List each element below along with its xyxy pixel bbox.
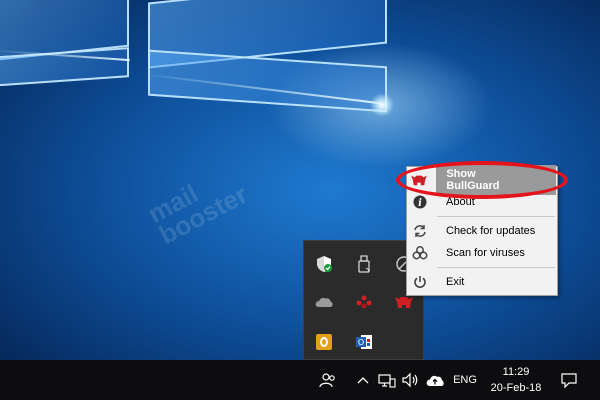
action-center-icon[interactable]	[556, 360, 582, 400]
outlook-icon[interactable]	[304, 323, 344, 361]
system-clock[interactable]: 11:29 20-Feb-18	[486, 364, 546, 396]
menu-separator	[437, 267, 555, 268]
menu-item-check-for-updates[interactable]: Check for updates	[408, 220, 556, 242]
highlight-annotation-ellipse	[396, 161, 568, 199]
clock-time: 11:29	[502, 366, 530, 378]
menu-item-scan-for-viruses[interactable]: Scan for viruses	[408, 242, 556, 264]
volume-icon[interactable]	[400, 360, 422, 400]
chevron-up-icon[interactable]	[354, 360, 372, 400]
taskbar: ENG 11:29 20-Feb-18	[0, 360, 600, 400]
network-icon[interactable]	[376, 360, 398, 400]
wallpaper-light-flare	[370, 93, 394, 117]
power-icon	[408, 275, 432, 289]
menu-item-label: Scan for viruses	[446, 247, 525, 259]
watermark: mail booster	[142, 178, 253, 251]
menu-item-exit[interactable]: Exit	[408, 271, 556, 293]
menu-separator	[437, 216, 555, 217]
svg-text:O: O	[358, 338, 364, 347]
people-icon[interactable]	[314, 360, 342, 400]
windows-defender-icon[interactable]	[304, 245, 344, 283]
menu-item-label: Check for updates	[446, 225, 536, 237]
cloud-icon[interactable]	[424, 360, 446, 400]
wallpaper-pane-bottom-right	[148, 49, 387, 113]
refresh-icon	[408, 224, 432, 238]
info-icon: i	[408, 195, 432, 209]
outlook-calendar-icon[interactable]: O	[344, 323, 384, 361]
language-indicator[interactable]: ENG	[450, 360, 480, 400]
clock-date: 20-Feb-18	[490, 382, 542, 394]
biohazard-icon	[408, 245, 432, 261]
svg-text:i: i	[418, 198, 422, 209]
usb-device-icon[interactable]	[344, 245, 384, 283]
menu-item-label: Exit	[446, 276, 465, 288]
cluster-icon[interactable]	[344, 283, 384, 321]
onedrive-icon[interactable]	[304, 283, 344, 321]
